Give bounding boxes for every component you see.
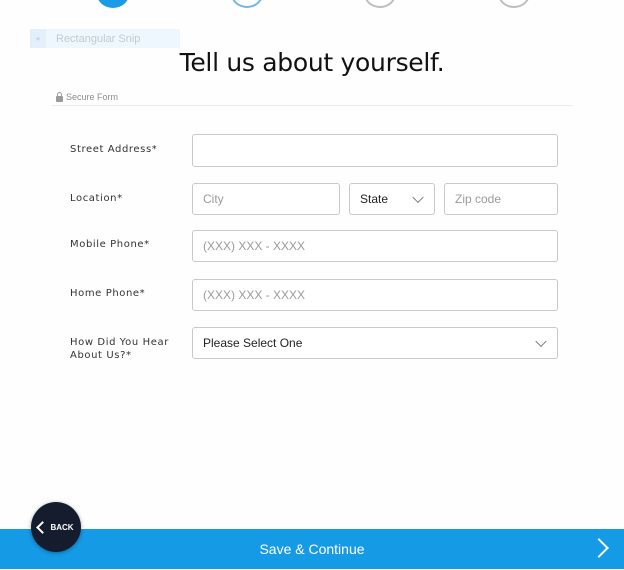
home-phone-placeholder: (XXX) XXX - XXXX <box>203 288 306 302</box>
progress-step-1 <box>97 0 129 8</box>
page-title: Tell us about yourself. <box>179 48 445 77</box>
chevron-left-icon <box>36 520 50 534</box>
chevron-down-icon <box>412 191 424 204</box>
city-placeholder: City <box>203 192 224 206</box>
progress-step-3 <box>364 0 396 8</box>
back-label: BACK <box>50 522 74 532</box>
city-input[interactable]: City <box>192 183 340 215</box>
street-address-input[interactable] <box>192 134 558 167</box>
secure-form-label: Secure Form <box>56 91 119 102</box>
chevron-right-icon <box>589 538 609 558</box>
snip-tool-overlay: ● Rectangular Snip <box>30 29 180 48</box>
referral-label: How Did You Hear About Us?* <box>70 337 169 361</box>
secure-form-text: Secure Form <box>66 92 119 102</box>
snip-icon: ● <box>30 29 46 48</box>
save-continue-button[interactable]: Save & Continue <box>0 529 624 569</box>
snip-label: Rectangular Snip <box>56 32 141 45</box>
divider <box>52 105 573 106</box>
progress-step-4 <box>498 0 530 8</box>
zip-placeholder: Zip code <box>455 192 502 206</box>
zip-input[interactable]: Zip code <box>444 183 558 215</box>
referral-value: Please Select One <box>203 336 303 350</box>
back-button[interactable]: BACK <box>31 502 81 552</box>
location-label: Location* <box>70 193 123 204</box>
progress-step-2 <box>231 0 263 8</box>
referral-select[interactable]: Please Select One <box>192 327 558 359</box>
state-select[interactable]: State <box>349 183 435 215</box>
save-continue-label: Save & Continue <box>259 541 365 557</box>
mobile-phone-input[interactable]: (XXX) XXX - XXXX <box>192 230 558 262</box>
chevron-down-icon <box>535 335 547 348</box>
mobile-phone-placeholder: (XXX) XXX - XXXX <box>203 239 306 253</box>
home-phone-input[interactable]: (XXX) XXX - XXXX <box>192 279 558 311</box>
state-value: State <box>360 192 389 206</box>
home-phone-label: Home Phone* <box>70 288 146 299</box>
street-address-label: Street Address* <box>70 144 158 155</box>
lock-icon <box>56 91 63 102</box>
mobile-phone-label: Mobile Phone* <box>70 239 150 250</box>
